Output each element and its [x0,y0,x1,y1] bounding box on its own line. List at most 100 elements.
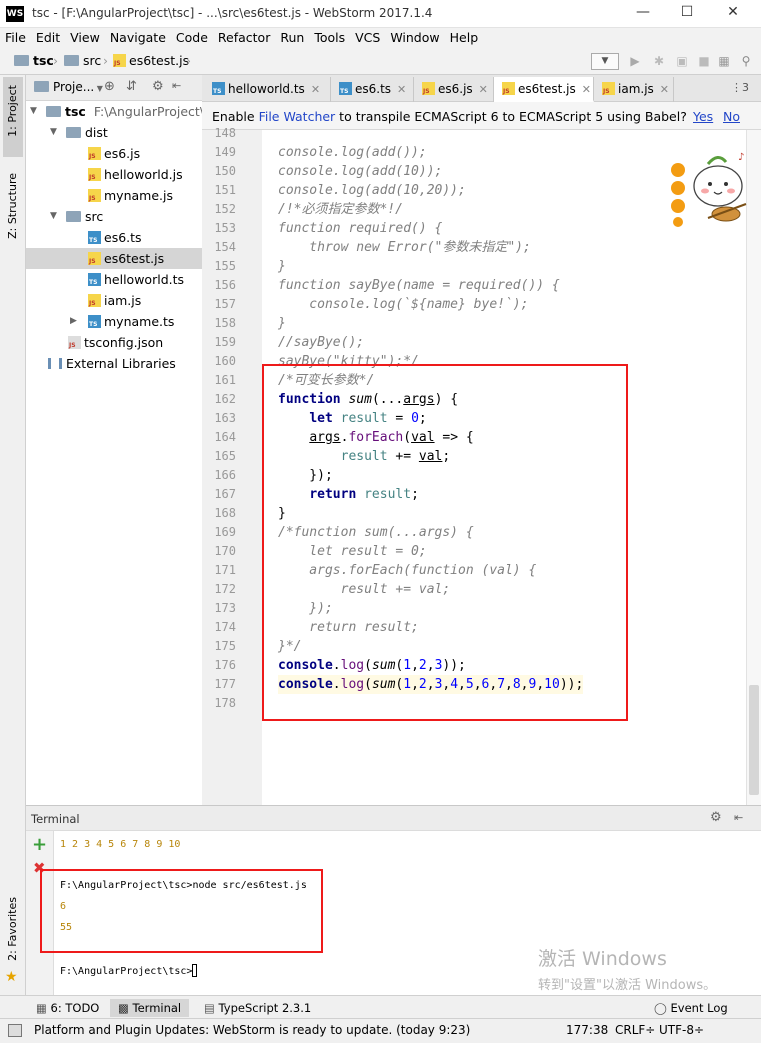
minimize-button[interactable]: — [628,4,658,24]
tree-item[interactable]: helloworld.js [26,164,202,185]
todo-tool-button[interactable]: ▦ 6: TODO [28,999,107,1017]
ts-file-icon [339,82,352,95]
tree-root[interactable]: ▼ tsc F:\AngularProject\t [26,101,209,122]
close-tab-icon[interactable]: ✕ [660,83,669,96]
run-config-dropdown[interactable]: ▼ [591,53,619,70]
line-number: 177 [214,677,236,691]
menu-window[interactable]: Window [385,28,444,47]
favorites-tool-tab[interactable]: 2: Favorites ★ [3,895,23,985]
line-number: 154 [214,240,236,254]
tree-item[interactable]: tsconfig.json [26,332,202,353]
breadcrumb-separator: › [53,53,58,68]
tree-item[interactable]: ▶ myname.ts [26,311,202,332]
project-structure-icon[interactable]: ▦ [716,54,732,68]
project-tool-tab[interactable]: 1: Project [3,77,23,157]
menu-run[interactable]: Run [275,28,309,47]
expand-arrow-icon[interactable]: ▼ [50,206,57,227]
line-separator[interactable]: CRLF÷ [615,1023,655,1037]
line-number: 152 [214,202,236,216]
js-file-icon [113,54,126,67]
tab-es6test-js[interactable]: es6test.js✕ [494,77,594,102]
close-tab-icon[interactable]: ✕ [582,83,591,96]
gear-icon[interactable]: ⚙ [152,79,164,94]
project-tree: ▼ tsc F:\AngularProject\t ▼ dist es6.js … [26,101,209,805]
menu-file[interactable]: File [0,28,31,47]
status-message[interactable]: Platform and Plugin Updates: WebStorm is… [34,1023,470,1037]
tab-es6-js[interactable]: es6.js✕ [414,77,494,102]
collapse-icon[interactable]: ⇵ [126,79,137,94]
typescript-tool-button[interactable]: ▤ TypeScript 2.3.1 [196,999,319,1017]
line-number: 153 [214,221,236,235]
project-view-selector[interactable]: Proje... ▼ [34,80,103,94]
maximize-button[interactable]: ☐ [672,4,702,24]
breadcrumb-project[interactable]: tsc [14,53,54,68]
file-encoding[interactable]: UTF-8÷ [659,1023,704,1037]
tree-item[interactable]: ▼ src [26,206,202,227]
structure-tool-tab[interactable]: Z: Structure [3,171,23,251]
menu-view[interactable]: View [65,28,105,47]
line-number: 159 [214,335,236,349]
code-line: console.log(`${name} bye!`); [278,297,529,312]
js-file-icon [502,82,515,95]
expand-arrow-icon[interactable]: ▼ [30,101,37,122]
terminal-tool-button[interactable]: ▩ Terminal [110,999,190,1017]
close-tab-icon[interactable]: ✕ [397,83,406,96]
expand-arrow-icon[interactable]: ▶ [70,311,77,332]
tab-iam-js[interactable]: iam.js✕ [594,77,674,102]
tree-item-selected[interactable]: es6test.js [26,248,202,269]
js-file-icon [88,189,101,202]
yes-link[interactable]: Yes [693,109,713,124]
menu-vcs[interactable]: VCS [350,28,385,47]
menu-tools[interactable]: Tools [309,28,350,47]
hide-panel-icon[interactable]: ⇤ [734,811,743,824]
expand-arrow-icon[interactable]: ▼ [50,122,57,143]
line-number: 176 [214,658,236,672]
tree-item[interactable]: myname.js [26,185,202,206]
code-line: /!*必须指定参数*!/ [278,202,403,217]
tree-item[interactable]: External Libraries [26,353,202,374]
gear-icon[interactable]: ⚙ [710,810,722,825]
tab-es6-ts[interactable]: es6.ts✕ [331,77,414,102]
notification-text: Enable File Watcher to transpile ECMAScr… [212,109,687,124]
line-number: 158 [214,316,236,330]
menu-refactor[interactable]: Refactor [213,28,275,47]
close-button[interactable]: ✕ [718,4,748,24]
close-tab-icon[interactable]: ✕ [479,83,488,96]
event-log-button[interactable]: ◯ Event Log [646,999,736,1017]
code-line: function sayBye(name = required()) { [278,278,560,293]
tree-item[interactable]: es6.ts [26,227,202,248]
no-link[interactable]: No [723,109,740,124]
coverage-icon[interactable]: ▣ [674,54,690,68]
new-session-icon[interactable]: + [32,834,47,855]
search-everywhere-icon[interactable]: ⚲ [738,54,754,68]
line-number: 163 [214,411,236,425]
run-icon[interactable]: ▶ [627,54,643,68]
tabs-overflow-button[interactable]: ⋮3 [731,81,749,94]
folder-icon [66,127,81,138]
tab-helloworld-ts[interactable]: helloworld.ts✕ [204,77,331,102]
tree-item[interactable]: ▼ dist [26,122,202,143]
editor-scrollbar[interactable] [746,130,761,805]
breadcrumb-file[interactable]: es6test.js [113,53,189,68]
tree-item[interactable]: iam.js [26,290,202,311]
menu-edit[interactable]: Edit [31,28,65,47]
event-log-icon: ◯ [654,1001,671,1015]
breadcrumb-folder[interactable]: src [64,53,101,68]
caret-position[interactable]: 177:38 [566,1023,608,1037]
tree-item[interactable]: es6.js [26,143,202,164]
stop-icon[interactable]: ■ [696,54,712,68]
debug-icon[interactable]: ✱ [651,54,667,68]
tree-item[interactable]: helloworld.ts [26,269,202,290]
close-tab-icon[interactable]: ✕ [311,83,320,96]
menu-help[interactable]: Help [445,28,484,47]
menu-code[interactable]: Code [171,28,213,47]
scrollbar-thumb[interactable] [749,685,759,795]
file-watcher-link[interactable]: File Watcher [259,109,336,124]
tool-windows-icon[interactable] [8,1024,22,1037]
locate-file-icon[interactable]: ⊕ [104,79,115,94]
line-number: 162 [214,392,236,406]
breadcrumb-separator: › [103,53,108,68]
navigation-bar: tsc › src › es6test.js › ▼ ▶ ✱ ▣ ■ ▦ ⚲ [0,48,761,75]
menu-navigate[interactable]: Navigate [105,28,171,47]
hide-panel-icon[interactable]: ⇤ [172,79,181,92]
